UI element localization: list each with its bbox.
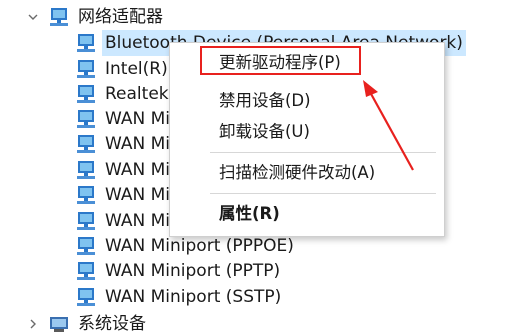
menu-separator bbox=[210, 193, 436, 194]
menu-item-disable-device[interactable]: 禁用设备(D) bbox=[170, 84, 444, 114]
menu-item-uninstall-device[interactable]: 卸载设备(U) bbox=[170, 115, 444, 145]
menu-item-scan-hardware[interactable]: 扫描检测硬件改动(A) bbox=[170, 156, 444, 186]
tree-item-label: WAN Miniport (SSTP) bbox=[105, 287, 282, 307]
tree-category-system-devices[interactable]: 系统设备 bbox=[24, 311, 149, 336]
chevron-right-icon[interactable] bbox=[24, 315, 42, 333]
network-adapter-icon bbox=[75, 84, 97, 104]
menu-item-properties[interactable]: 属性(R) bbox=[170, 197, 444, 227]
chevron-down-icon[interactable] bbox=[24, 8, 42, 26]
network-adapter-icon bbox=[75, 134, 97, 154]
network-adapter-icon bbox=[75, 236, 97, 256]
menu-item-update-driver[interactable]: 更新驱动程序(P) bbox=[170, 46, 444, 76]
network-adapter-icon bbox=[75, 287, 97, 307]
tree-category-label: 网络适配器 bbox=[78, 7, 163, 27]
system-devices-category-icon bbox=[48, 314, 70, 334]
tree-category-network-adapters[interactable]: 网络适配器 bbox=[24, 4, 166, 30]
menu-separator bbox=[210, 152, 436, 153]
tree-category-label: 系统设备 bbox=[78, 314, 146, 334]
context-menu: 更新驱动程序(P) 禁用设备(D) 卸载设备(U) 扫描检测硬件改动(A) 属性… bbox=[169, 42, 445, 237]
tree-item-label: WAN Miniport (PPTP) bbox=[105, 261, 281, 281]
network-adapter-icon bbox=[75, 211, 97, 231]
tree-item-wan-miniport-pptp[interactable]: WAN Miniport (PPTP) bbox=[75, 258, 283, 284]
tree-item-wan-miniport-sstp[interactable]: WAN Miniport (SSTP) bbox=[75, 284, 284, 310]
network-adapters-category-icon bbox=[48, 7, 70, 27]
network-adapter-icon bbox=[75, 109, 97, 129]
device-manager-view: 网络适配器 Bluetooth Device (Personal Area Ne… bbox=[0, 0, 532, 336]
network-adapter-icon bbox=[75, 59, 97, 79]
network-adapter-icon bbox=[75, 261, 97, 281]
network-adapter-icon bbox=[75, 160, 97, 180]
network-adapter-icon bbox=[75, 185, 97, 205]
network-adapter-icon bbox=[75, 33, 97, 53]
